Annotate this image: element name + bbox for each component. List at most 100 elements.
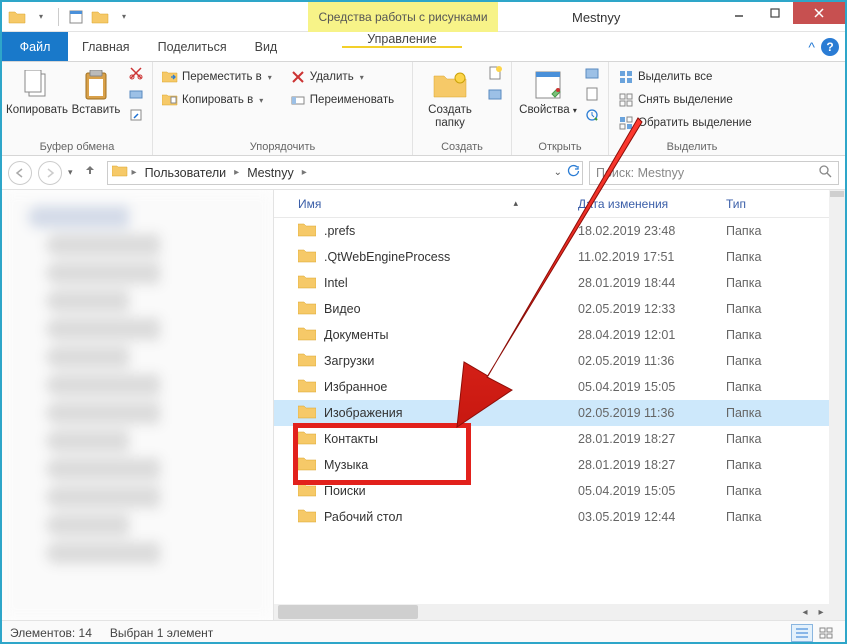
folder-icon <box>298 352 316 371</box>
column-date[interactable]: Дата изменения <box>578 197 726 211</box>
history-icon[interactable] <box>585 108 599 127</box>
file-date: 05.04.2019 15:05 <box>578 484 726 498</box>
rename-button[interactable]: Переименовать <box>287 89 397 111</box>
paste-shortcut-icon[interactable] <box>129 108 143 127</box>
qat-dropdown-icon[interactable]: ▾ <box>30 6 52 28</box>
search-input[interactable]: Поиск: Mestnyy <box>589 161 839 185</box>
address-bar[interactable]: ▸ Пользователи ▸ Mestnyy ▸ ⌄ <box>107 161 583 185</box>
paste-button[interactable]: Вставить <box>70 66 122 117</box>
ribbon-group-clipboard: Копировать Вставить Буфер обмена <box>2 62 153 155</box>
delete-button[interactable]: Удалить▾ <box>287 66 397 88</box>
file-type: Папка <box>726 224 845 238</box>
move-to-button[interactable]: Переместить в▾ <box>159 66 275 88</box>
file-type: Папка <box>726 380 845 394</box>
back-button[interactable] <box>8 161 32 185</box>
window-title: Mestnyy <box>572 2 620 32</box>
table-row[interactable]: Рабочий стол03.05.2019 12:44Папка <box>274 504 845 530</box>
close-button[interactable] <box>793 2 845 24</box>
edit-icon[interactable] <box>585 87 599 106</box>
file-type: Папка <box>726 406 845 420</box>
table-row[interactable]: .prefs 18.02.2019 23:48Папка <box>274 218 845 244</box>
contextual-tab-group: Средства работы с рисунками <box>308 2 498 32</box>
file-name: .QtWebEngineProcess <box>324 250 450 264</box>
file-date: 28.01.2019 18:27 <box>578 458 726 472</box>
ribbon-group-open: Свойства ▾ Открыть <box>512 62 609 155</box>
column-name[interactable]: Имя <box>298 197 321 211</box>
folder-icon <box>298 248 316 267</box>
file-name: Документы <box>324 328 388 342</box>
file-type: Папка <box>726 302 845 316</box>
navigation-pane[interactable] <box>2 190 274 620</box>
table-row[interactable]: Intel28.01.2019 18:44Папка <box>274 270 845 296</box>
file-name: .prefs <box>324 224 355 238</box>
open-icon[interactable] <box>585 66 599 85</box>
recent-locations-icon[interactable]: ▾ <box>68 167 73 178</box>
breadcrumb-current[interactable]: Mestnyy <box>243 166 298 180</box>
file-date: 18.02.2019 23:48 <box>578 224 726 238</box>
tab-home[interactable]: Главная <box>68 32 144 61</box>
refresh-icon[interactable] <box>566 164 580 181</box>
file-type: Папка <box>726 328 845 342</box>
view-details-button[interactable] <box>791 624 813 642</box>
vertical-scrollbar[interactable] <box>829 190 845 620</box>
invert-selection-button[interactable]: Обратить выделение <box>615 112 755 134</box>
cut-icon[interactable] <box>129 66 143 85</box>
file-date: 02.05.2019 11:36 <box>578 354 726 368</box>
explorer-window: ▾ ▾ Средства работы с рисунками Mestnyy <box>0 0 847 644</box>
table-row[interactable]: Музыка28.01.2019 18:27Папка <box>274 452 845 478</box>
up-button[interactable] <box>79 163 101 182</box>
easy-access-icon[interactable] <box>488 87 502 106</box>
folder-icon <box>298 326 316 345</box>
table-row[interactable]: .QtWebEngineProcess11.02.2019 17:51Папка <box>274 244 845 270</box>
new-item-icon[interactable] <box>488 66 502 85</box>
scroll-left-icon[interactable]: ◂ <box>797 604 813 620</box>
column-type[interactable]: Тип <box>726 197 845 211</box>
file-date: 28.04.2019 12:01 <box>578 328 726 342</box>
content-area: Имя ▴ Дата изменения Тип .prefs18.02.201… <box>2 190 845 620</box>
rename-icon <box>290 92 306 108</box>
table-row[interactable]: Изображения02.05.2019 11:36Папка <box>274 400 845 426</box>
select-all-button[interactable]: Выделить все <box>615 66 755 88</box>
ribbon: Копировать Вставить Буфер обмена <box>2 62 845 156</box>
copy-to-button[interactable]: Копировать в▾ <box>159 89 275 111</box>
status-bar: Элементов: 14 Выбран 1 элемент <box>2 620 845 644</box>
delete-icon <box>290 69 306 85</box>
tab-manage[interactable]: Управление <box>342 32 462 48</box>
select-none-button[interactable]: Снять выделение <box>615 89 755 111</box>
table-row[interactable]: Избранное05.04.2019 15:05Папка <box>274 374 845 400</box>
ribbon-collapse-icon[interactable]: ^ <box>808 39 815 55</box>
copy-button[interactable]: Копировать <box>8 66 66 117</box>
table-row[interactable]: Документы 28.04.2019 12:01Папка <box>274 322 845 348</box>
scroll-right-icon[interactable]: ▸ <box>813 604 829 620</box>
table-row[interactable]: Контакты28.01.2019 18:27Папка <box>274 426 845 452</box>
maximize-button[interactable] <box>757 2 793 24</box>
help-icon[interactable]: ? <box>821 38 839 56</box>
view-thumbnails-button[interactable] <box>815 624 837 642</box>
file-type: Папка <box>726 510 845 524</box>
file-type: Папка <box>726 458 845 472</box>
minimize-button[interactable] <box>721 2 757 24</box>
qat-customize-icon[interactable]: ▾ <box>113 6 135 28</box>
folder-icon <box>6 6 28 28</box>
file-date: 28.01.2019 18:44 <box>578 276 726 290</box>
table-row[interactable]: Видео02.05.2019 12:33Папка <box>274 296 845 322</box>
new-folder-button[interactable]: Создать папку <box>419 66 481 130</box>
search-placeholder: Поиск: Mestnyy <box>596 166 684 180</box>
breadcrumb-users[interactable]: Пользователи <box>141 166 231 180</box>
tab-view[interactable]: Вид <box>241 32 292 61</box>
address-dropdown-icon[interactable]: ⌄ <box>554 167 562 178</box>
file-type: Папка <box>726 484 845 498</box>
properties-icon[interactable] <box>65 6 87 28</box>
copy-path-icon[interactable] <box>129 87 143 106</box>
horizontal-scrollbar[interactable]: ◂ ▸ <box>274 604 829 620</box>
file-type: Папка <box>726 250 845 264</box>
table-row[interactable]: Поиски05.04.2019 15:05Папка <box>274 478 845 504</box>
file-date: 05.04.2019 15:05 <box>578 380 726 394</box>
tab-share[interactable]: Поделиться <box>144 32 241 61</box>
file-type: Папка <box>726 354 845 368</box>
forward-button[interactable] <box>38 161 62 185</box>
properties-button[interactable]: Свойства ▾ <box>518 66 578 117</box>
table-row[interactable]: Загрузки02.05.2019 11:36Папка <box>274 348 845 374</box>
open-folder-icon[interactable] <box>89 6 111 28</box>
file-tab[interactable]: Файл <box>2 32 68 61</box>
